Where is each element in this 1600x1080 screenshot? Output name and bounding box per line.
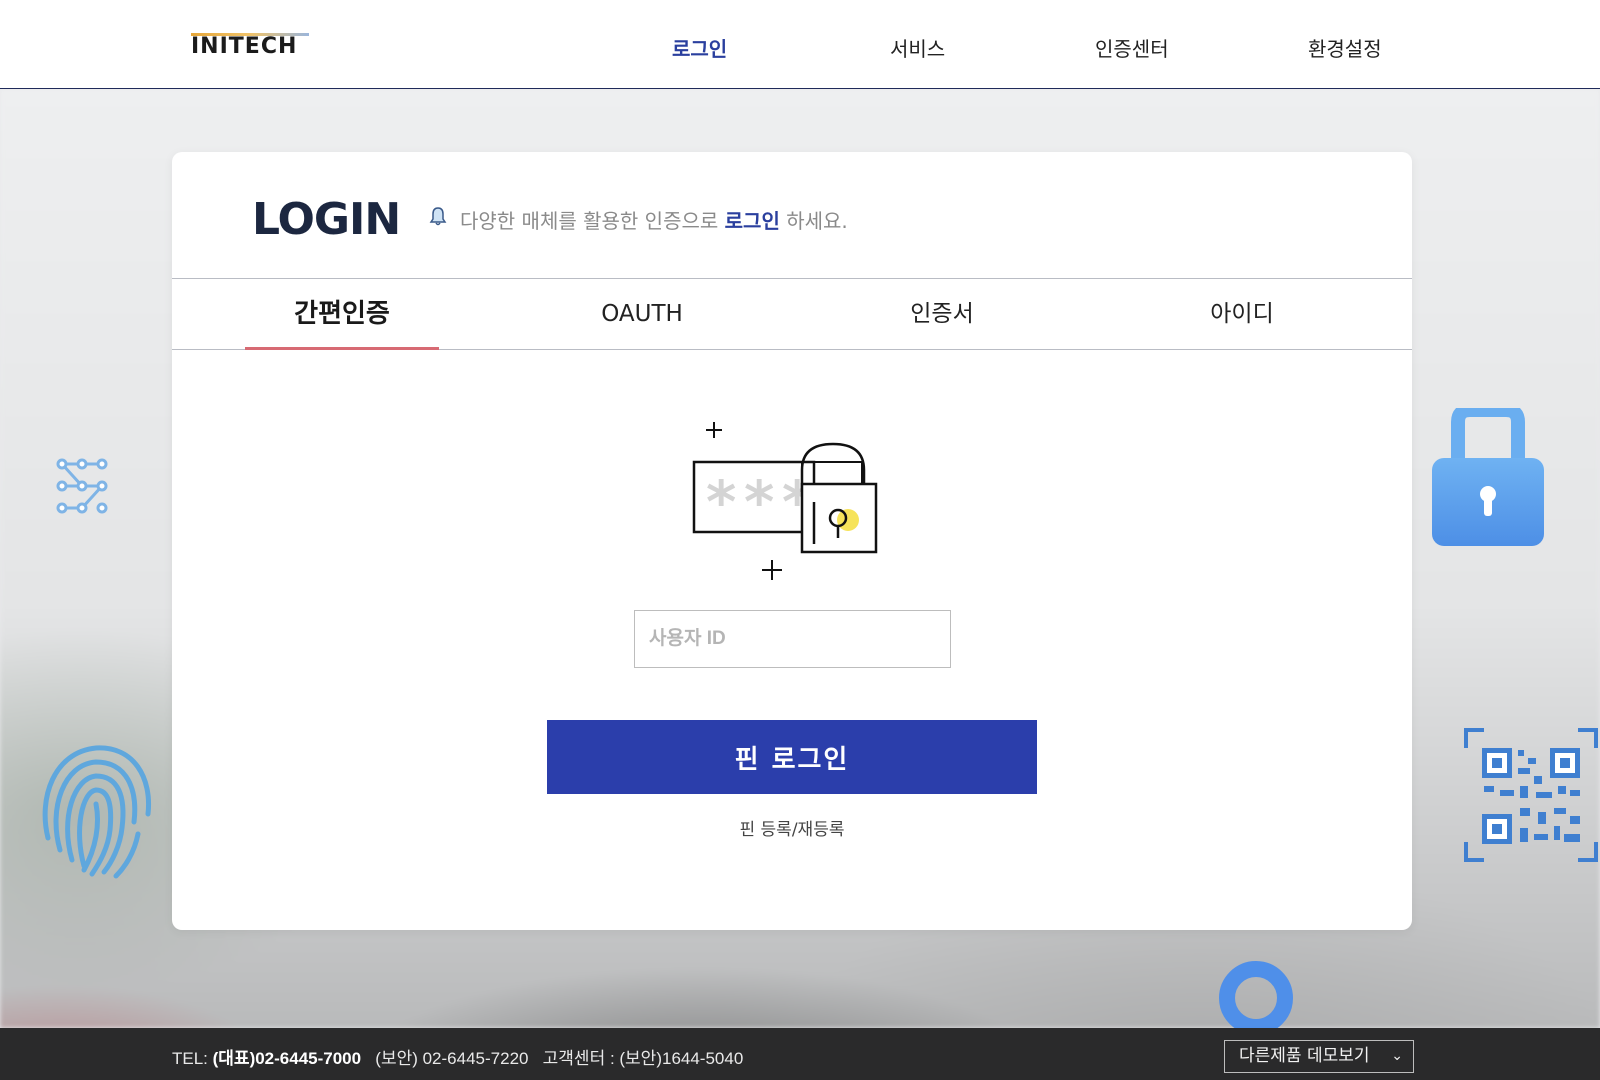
fingerprint-icon (42, 745, 152, 879)
qr-code-icon (1464, 728, 1598, 862)
subtitle-highlight: 로그인 (724, 209, 780, 233)
auth-tabs: 간편인증 OAUTH 인증서 아이디 (172, 278, 1412, 350)
site-header: INITECH 로그인 서비스 인증센터 환경설정 (0, 0, 1600, 89)
initech-logo[interactable]: INITECH (191, 34, 297, 59)
other-product-demo-select[interactable]: 다른제품 데모보기 ⌄ (1224, 1040, 1414, 1073)
login-subtitle: 다양한 매체를 활용한 인증으로 로그인 하세요. (460, 205, 848, 234)
svg-text:*: * (744, 468, 774, 536)
footer-customer-center: 고객센터 : (보안)1644-5040 (542, 1049, 744, 1068)
nav-service[interactable]: 서비스 (890, 33, 945, 62)
pattern-icon (56, 458, 108, 514)
footer-tel-label: TEL: (172, 1049, 213, 1068)
tab-simple-auth[interactable]: 간편인증 (192, 279, 492, 351)
nav-settings[interactable]: 환경설정 (1308, 33, 1382, 62)
svg-text:*: * (706, 468, 736, 536)
nav-login[interactable]: 로그인 (672, 33, 727, 62)
chevron-down-icon: ⌄ (1391, 1048, 1403, 1064)
user-id-input[interactable] (634, 610, 951, 668)
tab-oauth[interactable]: OAUTH (492, 279, 792, 351)
pin-login-button[interactable]: 핀 로그인 (547, 720, 1037, 794)
footer-contact: TEL: (대표)02-6445-7000 (보안) 02-6445-7220 … (172, 1044, 743, 1069)
subtitle-suffix: 하세요. (779, 209, 848, 233)
bell-icon (429, 207, 447, 226)
tab-id[interactable]: 아이디 (1092, 279, 1392, 351)
pin-register-link[interactable]: 핀 등록/재등록 (692, 815, 892, 840)
demo-select-label: 다른제품 데모보기 (1239, 1046, 1370, 1066)
tab-certificate[interactable]: 인증서 (792, 279, 1092, 351)
padlock-icon (1432, 408, 1544, 546)
password-lock-illustration: * * * (692, 422, 878, 580)
login-title: LOGIN (252, 194, 401, 245)
subtitle-prefix: 다양한 매체를 활용한 인증으로 (460, 209, 725, 233)
active-tab-underline (245, 347, 439, 350)
login-card: LOGIN 다양한 매체를 활용한 인증으로 로그인 하세요. 간편인증 OAU… (172, 152, 1412, 930)
footer-tel-security: (보안) 02-6445-7220 (375, 1049, 529, 1068)
nav-auth-center[interactable]: 인증센터 (1095, 33, 1169, 62)
footer-tel-main: (대표)02-6445-7000 (212, 1049, 362, 1068)
site-footer: TEL: (대표)02-6445-7000 (보안) 02-6445-7220 … (0, 1028, 1600, 1080)
ring-icon (1219, 961, 1293, 1035)
